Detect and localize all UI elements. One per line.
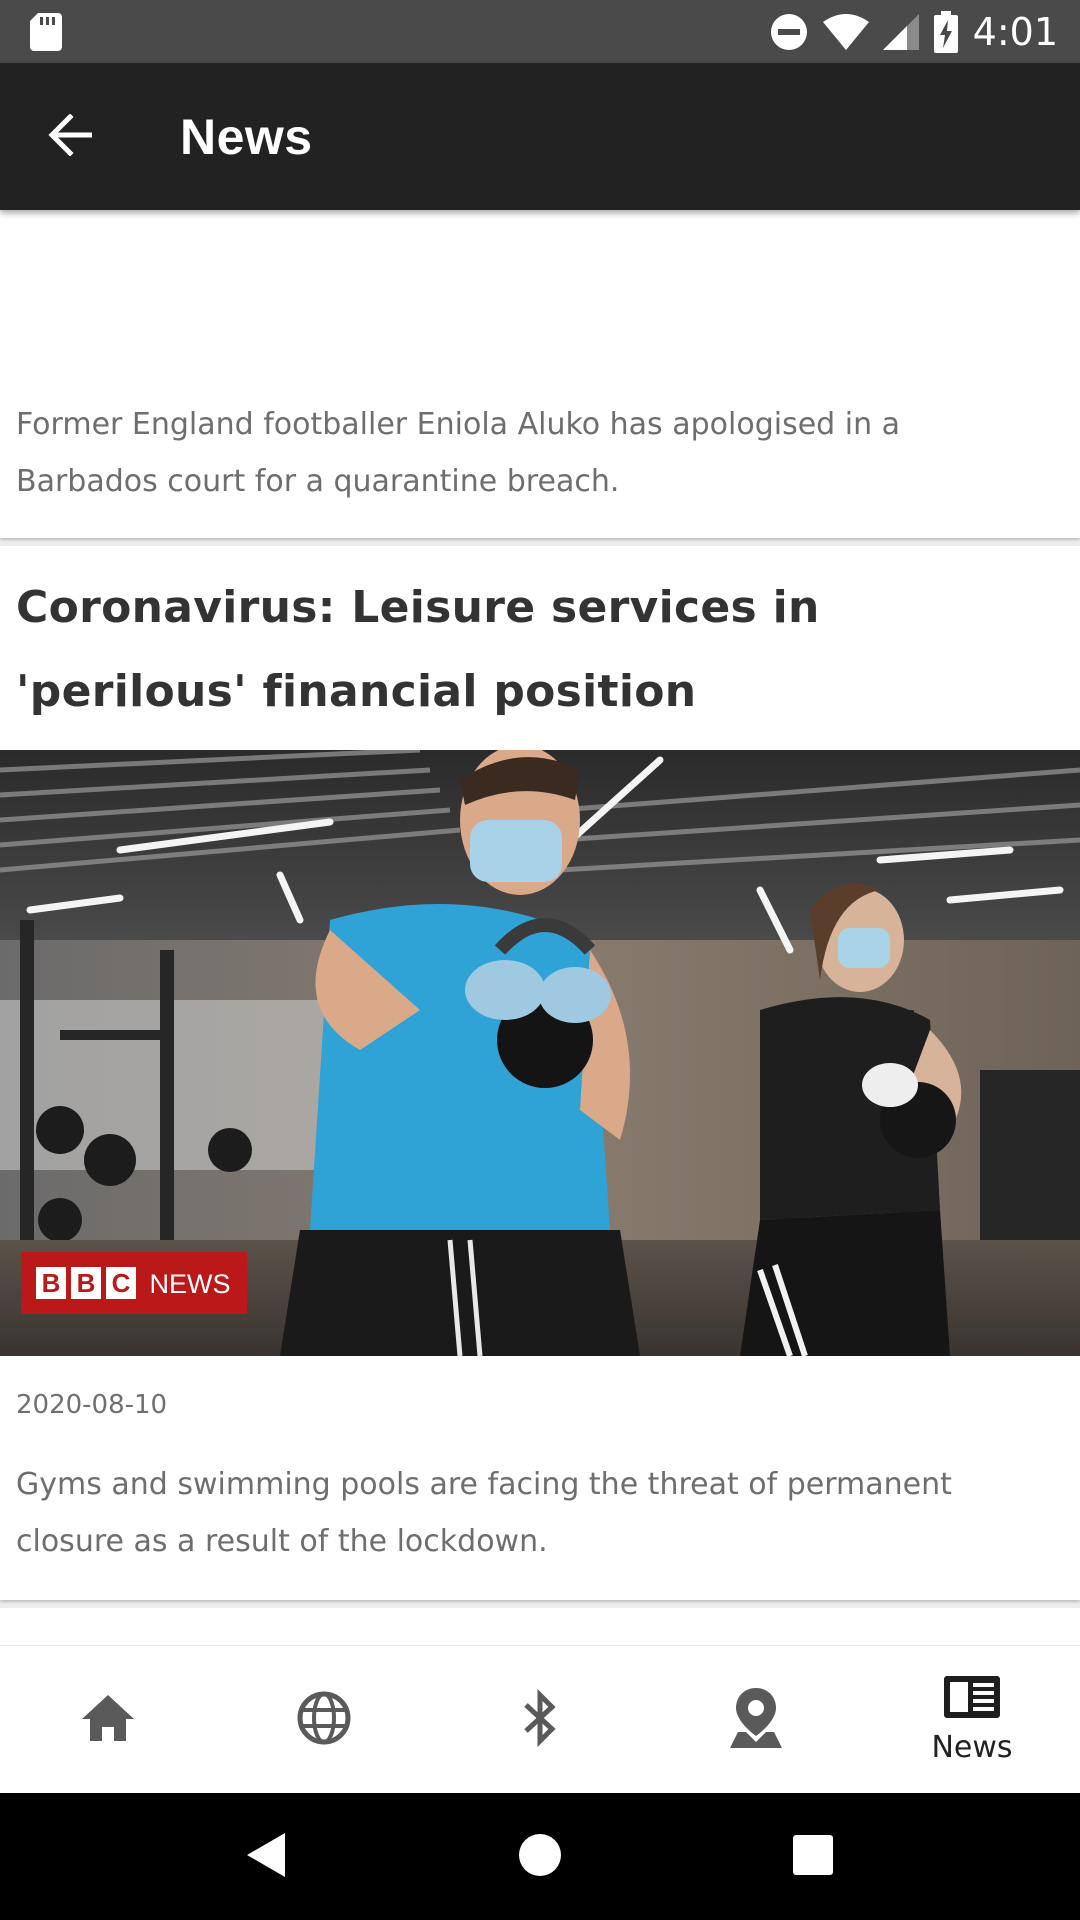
news-card[interactable]: Former England footballer Eniola Aluko h… bbox=[0, 210, 1080, 538]
article-title: Coronavirus: Leisure services in 'perilo… bbox=[16, 582, 820, 717]
bbc-news-logo: B B C NEWS bbox=[21, 1252, 247, 1314]
nav-item-home[interactable] bbox=[0, 1646, 216, 1793]
nav-item-news[interactable]: News bbox=[864, 1646, 1080, 1793]
system-home-button[interactable] bbox=[495, 1812, 585, 1902]
nav-item-globe[interactable] bbox=[216, 1646, 432, 1793]
nav-item-bluetooth[interactable] bbox=[432, 1646, 648, 1793]
system-recents-button[interactable] bbox=[768, 1812, 858, 1902]
bottom-navigation: News bbox=[0, 1645, 1080, 1793]
svg-text:NEWS: NEWS bbox=[150, 1269, 231, 1299]
nav-item-label: News bbox=[931, 1730, 1013, 1765]
news-card[interactable] bbox=[0, 1608, 1080, 1645]
status-time: 4:01 bbox=[972, 9, 1058, 54]
system-back-button[interactable] bbox=[222, 1812, 312, 1902]
news-feed[interactable]: Former England footballer Eniola Aluko h… bbox=[0, 210, 1080, 1645]
battery-charging-icon bbox=[933, 10, 959, 53]
page-title: News bbox=[180, 108, 313, 165]
location-pin-icon bbox=[726, 1686, 786, 1754]
svg-text:B: B bbox=[77, 1268, 96, 1298]
back-button[interactable] bbox=[16, 82, 126, 192]
article-date: 2020-08-10 bbox=[16, 1390, 168, 1420]
svg-text:B: B bbox=[42, 1268, 61, 1298]
arrow-back-icon bbox=[48, 112, 94, 160]
circle-home-icon bbox=[518, 1833, 562, 1881]
newspaper-icon bbox=[942, 1674, 1002, 1724]
cell-signal-icon bbox=[882, 13, 919, 50]
article-description: Former England footballer Eniola Aluko h… bbox=[16, 407, 901, 499]
status-bar: 4:01 bbox=[0, 0, 1080, 63]
nav-item-location[interactable] bbox=[648, 1646, 864, 1793]
globe-icon bbox=[296, 1690, 352, 1750]
screen: 4:01 News Former England footballer Enio… bbox=[0, 0, 1080, 1920]
app-bar: News bbox=[0, 63, 1080, 210]
triangle-back-icon bbox=[245, 1831, 289, 1883]
sd-card-icon bbox=[30, 12, 62, 51]
news-card[interactable]: Coronavirus: Leisure services in 'perilo… bbox=[0, 546, 1080, 1600]
status-icons: 4:01 bbox=[769, 10, 1058, 54]
bluetooth-icon bbox=[520, 1688, 560, 1751]
article-description: Gyms and swimming pools are facing the t… bbox=[16, 1467, 952, 1559]
article-image: B B C NEWS bbox=[0, 750, 1080, 1356]
do-not-disturb-icon bbox=[769, 12, 809, 52]
wifi-icon bbox=[822, 13, 869, 50]
svg-text:C: C bbox=[112, 1268, 131, 1298]
home-icon bbox=[80, 1693, 136, 1747]
system-navigation-bar bbox=[0, 1793, 1080, 1920]
square-recents-icon bbox=[793, 1834, 834, 1879]
